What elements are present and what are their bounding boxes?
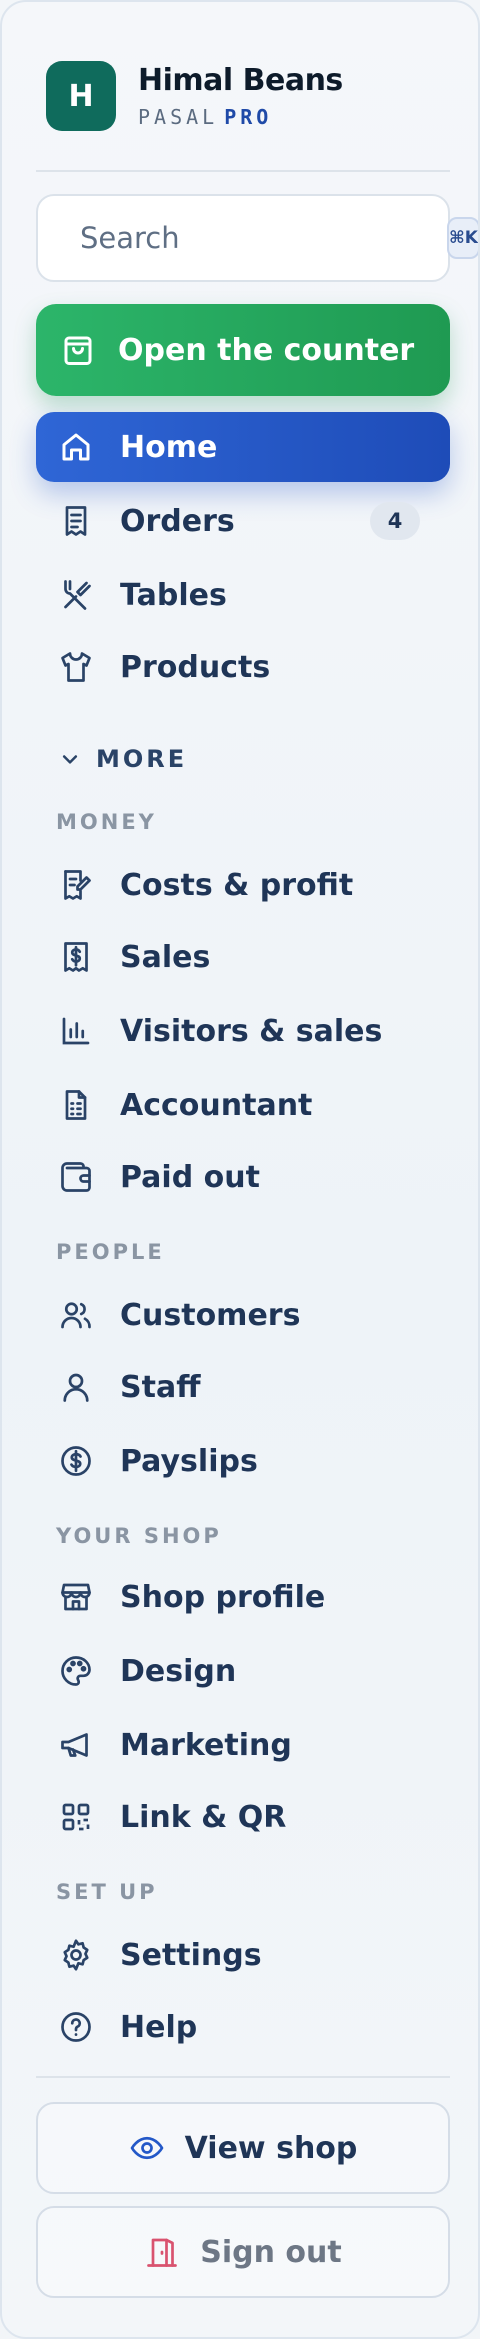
section-title-people: PEOPLE (56, 1240, 165, 1264)
eye-icon (130, 2136, 163, 2160)
section-title-set-up: SET UP (56, 1880, 158, 1904)
wallet-icon (61, 1162, 91, 1192)
search-shortcut-badge: ⌘K (447, 217, 478, 259)
nav-label: Paid out (120, 1159, 260, 1195)
users-icon (61, 1302, 91, 1329)
dollar-receipt-icon (64, 942, 88, 972)
shopping-bag-icon (64, 336, 92, 365)
nav-label: Shop profile (120, 1579, 326, 1615)
section-title-your-shop: YOUR SHOP (56, 1524, 222, 1548)
user-icon (63, 1373, 89, 1402)
nav-label: Tables (120, 577, 227, 613)
search-input[interactable] (80, 221, 447, 255)
home-icon (62, 433, 90, 461)
view-shop-label: View shop (184, 2130, 358, 2166)
dollar-circle-icon (61, 1446, 91, 1476)
nav-item-help[interactable]: Help (36, 1992, 450, 2062)
qr-code-icon (62, 1803, 90, 1831)
palette-icon (61, 1656, 91, 1686)
nav-item-accountant[interactable]: Accountant (36, 1070, 450, 1140)
nav-item-sales[interactable]: Sales (36, 922, 450, 992)
brand-name: Himal Beans (138, 63, 343, 98)
nav-label: Customers (120, 1297, 301, 1333)
nav-item-link-qr[interactable]: Link & QR (36, 1782, 450, 1852)
nav-item-payslips[interactable]: Payslips (36, 1426, 450, 1496)
orders-count-badge: 4 (370, 502, 420, 540)
nav-label: Link & QR (120, 1799, 287, 1835)
utensils-icon (64, 580, 91, 610)
nav-item-orders[interactable]: Orders 4 (36, 486, 450, 556)
nav-item-home[interactable]: Home (36, 412, 450, 482)
receipt-icon (65, 506, 87, 536)
bar-chart-icon (62, 1017, 90, 1045)
brand-subtitle: PASAL PRO (138, 105, 343, 129)
sign-out-label: Sign out (200, 2234, 342, 2270)
nav-label: Sales (120, 939, 211, 975)
nav-label: Orders (120, 503, 235, 539)
brand-header[interactable]: H Himal Beans PASAL PRO (46, 60, 343, 132)
gear-icon (63, 1939, 89, 1971)
nav-item-products[interactable]: Products (36, 632, 450, 702)
nav-item-marketing[interactable]: Marketing (36, 1710, 450, 1780)
nav-label: Visitors & sales (120, 1013, 383, 1049)
search-box[interactable]: ⌘K (36, 194, 478, 282)
sign-out-button[interactable]: Sign out (36, 2206, 450, 2298)
nav-item-tables[interactable]: Tables (36, 560, 450, 630)
door-exit-icon (147, 2238, 178, 2267)
chevron-down-icon (62, 755, 78, 764)
nav-label: Marketing (120, 1727, 292, 1763)
store-icon (61, 1583, 91, 1611)
nav-label: Settings (120, 1937, 262, 1973)
shirt-icon (61, 652, 91, 682)
nav-label: Home (120, 429, 218, 465)
nav-item-customers[interactable]: Customers (36, 1280, 450, 1350)
help-circle-icon (61, 2012, 91, 2042)
nav-label: Help (120, 2009, 198, 2045)
nav-item-design[interactable]: Design (36, 1636, 450, 1706)
section-title-money: MONEY (56, 810, 157, 834)
divider (36, 2076, 450, 2078)
nav-label: Products (120, 649, 271, 685)
brand-sub-label: PASAL (138, 105, 219, 129)
nav-label: Accountant (120, 1087, 313, 1123)
nav-label: Staff (120, 1369, 201, 1405)
more-toggle[interactable]: MORE (60, 742, 187, 776)
nav-label: Costs & profit (120, 867, 354, 903)
nav-label: Payslips (120, 1443, 258, 1479)
open-counter-label: Open the counter (118, 332, 415, 368)
nav-item-visitors-sales[interactable]: Visitors & sales (36, 996, 450, 1066)
edit-receipt-icon (64, 870, 91, 900)
nav-item-staff[interactable]: Staff (36, 1352, 450, 1422)
plan-tier: PRO (224, 105, 273, 129)
brand-logo: H (46, 61, 116, 131)
view-shop-button[interactable]: View shop (36, 2102, 450, 2194)
divider (36, 170, 450, 172)
nav-label: Design (120, 1653, 237, 1689)
document-calculator-icon (65, 1090, 87, 1120)
more-label: MORE (96, 745, 188, 773)
nav-item-settings[interactable]: Settings (36, 1920, 450, 1990)
nav-item-costs-profit[interactable]: Costs & profit (36, 850, 450, 920)
sidebar-panel: H Himal Beans PASALPRO ⌘K Open the count… (0, 0, 480, 2339)
open-counter-button[interactable]: Open the counter (36, 304, 450, 396)
nav-item-shop-profile[interactable]: Shop profile (36, 1562, 450, 1632)
nav-item-paid-out[interactable]: Paid out (36, 1142, 450, 1212)
megaphone-icon (61, 1733, 88, 1757)
